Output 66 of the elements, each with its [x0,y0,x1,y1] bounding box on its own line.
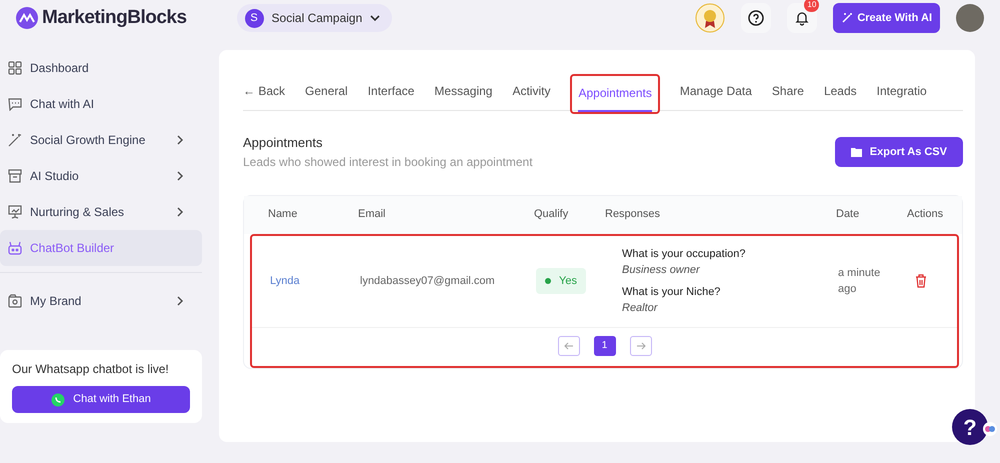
response-answer: Business owner [622,263,701,278]
trash-icon[interactable] [915,274,927,288]
logo-icon [16,7,38,29]
response-answer: Realtor [622,301,659,316]
sidebar-item[interactable]: My Brand [0,283,202,319]
archive-box-icon [8,169,22,183]
help-button[interactable] [741,3,772,33]
tab[interactable]: Messaging [434,76,492,110]
arrow-left-icon [564,342,574,350]
section-subtitle: Leads who showed interest in booking an appointment [243,154,533,170]
page-button[interactable]: 1 [594,336,616,356]
notifications-button[interactable]: 10 [787,3,818,33]
tab[interactable]: Integratio [876,76,927,110]
column-header: Email [358,207,387,222]
tab[interactable]: Share [772,76,804,110]
tab[interactable]: Leads [824,76,857,110]
response-question: What is your occupation? [622,246,747,262]
tab[interactable]: Appointments [578,78,652,112]
magic-wand-icon [8,133,22,147]
presentation-board-icon [8,205,22,219]
brand-name: MarketingBlocks [42,6,187,30]
tab[interactable]: Interface [368,76,414,110]
magic-wand-icon [841,12,854,24]
column-header: Responses [605,207,662,222]
previous-page-button[interactable] [558,336,580,356]
section-title: Appointments [243,134,324,152]
robot-icon [8,241,22,255]
medal-icon [695,3,726,33]
column-header: Name [268,207,298,222]
folder-icon [850,146,862,157]
sidebar-item[interactable]: Social Growth Engine [0,122,202,158]
avatar-photo-placeholder [956,4,984,32]
create-with-ai-button[interactable]: Create With AI [833,3,940,33]
response-question: What is your Niche? [622,284,722,300]
arrow-right-icon [636,342,646,350]
promo-text: Our Whatsapp chatbot is live! [12,361,170,378]
chat-bubble-icon [8,97,22,111]
column-header: Qualify [534,207,570,222]
back-link[interactable]: ← Back [243,68,286,110]
column-header: Date [836,207,860,222]
tab[interactable]: General [305,76,348,110]
whatsapp-icon [51,392,66,406]
brain-icon [982,421,998,437]
column-header: Actions [907,207,944,222]
email-cell-text: lyndabassey07@gmail.com [360,274,496,289]
workspace-selector[interactable]: S Social Campaign [236,4,392,32]
export-csv-button[interactable]: Export As CSV [834,136,963,167]
sidebar-item[interactable]: Dashboard [0,50,202,86]
sidebar-item[interactable]: AI Studio [0,158,202,194]
next-page-button[interactable] [630,336,652,356]
chevron-down-icon [370,14,380,22]
sidebar-item[interactable]: Chat with AI [0,86,202,122]
date-cell-text: a minute ago [838,266,882,297]
qualify-status: Yes [536,268,586,294]
chat-with-ethan-button[interactable]: Chat with Ethan [12,386,190,413]
workspace-avatar: S [244,8,264,28]
grid-icon [8,61,22,75]
sidebar-item[interactable]: Nurturing & Sales [0,194,202,230]
folder-icon [8,294,22,308]
workspace-name: Social Campaign [272,10,362,27]
notification-count: 10 [804,0,820,12]
tab[interactable]: Activity [512,76,550,110]
bell-icon [794,10,810,26]
lead-name: Lynda [270,274,301,289]
help-icon [748,10,764,26]
tab[interactable]: Manage Data [680,76,752,110]
